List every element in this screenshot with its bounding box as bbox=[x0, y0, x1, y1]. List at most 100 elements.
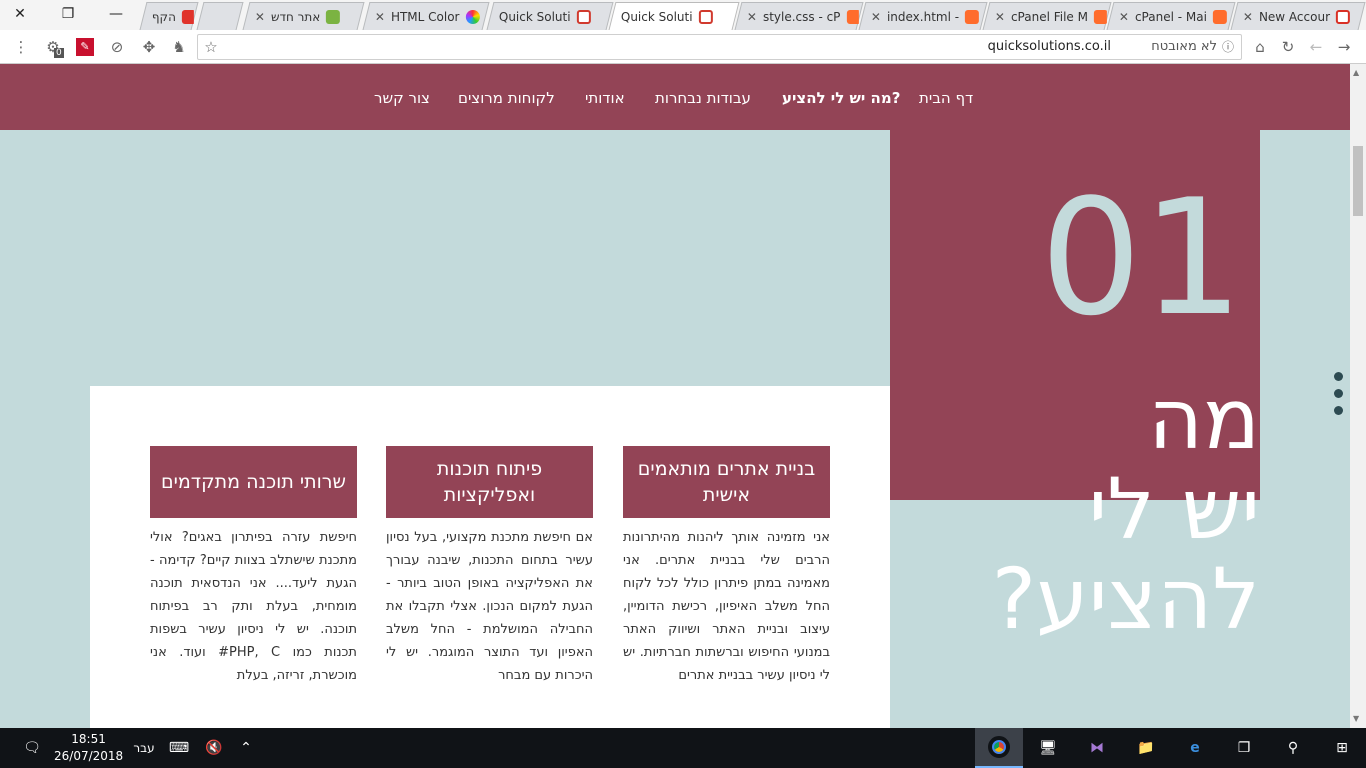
nav-home[interactable]: דף הבית bbox=[919, 89, 973, 107]
service-description: חיפשת עזרה בפיתרון באגים? אולי מתכנת שיש… bbox=[150, 530, 357, 683]
task-view-icon[interactable]: ❐ bbox=[1220, 728, 1268, 768]
nav-works[interactable]: עבודות נבחרות bbox=[655, 89, 751, 107]
section-title-line: מה bbox=[1148, 370, 1260, 468]
close-window-icon[interactable]: ✕ bbox=[8, 4, 32, 24]
chrome-app-icon[interactable] bbox=[975, 728, 1023, 768]
not-secure-label[interactable]: לא מאובטח bbox=[1151, 39, 1217, 54]
extension-badge: 0 bbox=[54, 48, 64, 58]
home-icon[interactable]: ⌂ bbox=[1251, 38, 1269, 56]
back-icon[interactable]: → bbox=[1335, 38, 1353, 56]
tab-label: style.css - cP bbox=[762, 9, 841, 24]
scroll-up-icon[interactable]: ▲ bbox=[1353, 68, 1359, 77]
tab-2[interactable]: ✕ HTML Color bbox=[362, 2, 490, 30]
service-title: פיתוח תוכנות ואפליקציות bbox=[386, 446, 593, 518]
section-title-line: יש לי bbox=[1088, 460, 1260, 558]
pdf-extension-icon[interactable]: ✎ bbox=[76, 38, 94, 56]
qs-logo-icon bbox=[698, 9, 713, 24]
page-dot-nav-3[interactable] bbox=[1334, 406, 1343, 415]
tab-active[interactable]: Quick Soluti bbox=[608, 2, 740, 30]
info-icon[interactable]: ⓘ bbox=[1219, 38, 1237, 56]
desktop-app-icon[interactable]: 🖥 bbox=[1024, 728, 1072, 768]
close-tab-icon[interactable]: ✕ bbox=[995, 10, 1005, 24]
tab-3[interactable]: Quick Soluti bbox=[486, 2, 614, 30]
tab-label: Quick Soluti bbox=[620, 9, 693, 24]
close-tab-icon[interactable]: ✕ bbox=[1243, 10, 1253, 24]
close-tab-icon[interactable]: ✕ bbox=[375, 10, 385, 24]
tab-7[interactable]: ✕ cPanel File M bbox=[982, 2, 1112, 30]
restore-window-icon[interactable]: ❐ bbox=[56, 4, 80, 24]
red-logo-icon bbox=[181, 9, 194, 24]
minimize-window-icon[interactable]: — bbox=[104, 4, 128, 24]
close-tab-icon[interactable]: ✕ bbox=[871, 10, 881, 24]
tab-label: New Accour bbox=[1258, 9, 1331, 24]
tab-label: Quick Soluti bbox=[498, 9, 571, 24]
move-extension-icon[interactable]: ✥ bbox=[140, 38, 158, 56]
close-tab-icon[interactable]: ✕ bbox=[1119, 10, 1129, 24]
forward-icon[interactable]: ← bbox=[1307, 38, 1325, 56]
section-number: 01 bbox=[1040, 164, 1244, 351]
keyboard-icon[interactable]: ⌨ bbox=[164, 728, 194, 768]
tab-label: cPanel - Mai bbox=[1134, 9, 1207, 24]
cpanel-icon bbox=[1212, 9, 1227, 24]
clock-time: 18:51 bbox=[71, 732, 106, 746]
disabled-extension-icon[interactable]: ⊘ bbox=[108, 38, 126, 56]
tab-label: אתר חדש bbox=[270, 9, 321, 24]
windows-taskbar: 🗨 18:51 26/07/2018 עבר ⌨ 🔇 ⌃ 🖥 ⧓ 📁 e ❐ ⚲… bbox=[0, 728, 1366, 768]
service-title: שרותי תוכנה מתקדמים bbox=[150, 446, 357, 518]
cpanel-icon bbox=[846, 9, 859, 24]
edge-icon[interactable]: e bbox=[1171, 728, 1219, 768]
reload-icon[interactable]: ↻ bbox=[1279, 38, 1297, 56]
page-scrollbar[interactable]: ▲ ▼ bbox=[1350, 64, 1366, 728]
page-dot-nav-2[interactable] bbox=[1334, 389, 1343, 398]
nav-contact[interactable]: צור קשר bbox=[374, 89, 430, 107]
show-hidden-icons-icon[interactable]: ⌃ bbox=[232, 728, 260, 768]
page-viewport: דף הבית מה יש לי להציע? עבודות נבחרות או… bbox=[0, 64, 1350, 728]
notifications-icon[interactable]: 🗨 bbox=[14, 728, 50, 768]
service-description: אני מזמינה אותך ליהנות מהיתרונות הרבים ש… bbox=[623, 530, 830, 683]
tab-blank[interactable] bbox=[196, 2, 244, 30]
gmail-icon bbox=[1336, 9, 1351, 24]
site-nav: דף הבית מה יש לי להציע? עבודות נבחרות או… bbox=[0, 64, 1350, 130]
tab-9[interactable]: ✕ New Accour bbox=[1230, 2, 1366, 30]
tab-6[interactable]: ✕ index.html - bbox=[858, 2, 988, 30]
evernote-icon[interactable]: ♞ bbox=[170, 38, 188, 56]
color-wheel-icon bbox=[465, 9, 480, 24]
scroll-down-icon[interactable]: ▼ bbox=[1353, 714, 1359, 723]
bookmark-star-icon[interactable]: ☆ bbox=[202, 38, 220, 56]
taskbar-clock[interactable]: 18:51 26/07/2018 bbox=[54, 731, 123, 765]
cpanel-icon bbox=[1093, 9, 1107, 24]
volume-muted-icon[interactable]: 🔇 bbox=[200, 728, 228, 768]
nav-clients[interactable]: לקוחות מרוצים bbox=[458, 89, 555, 107]
site-favicon-icon bbox=[326, 9, 341, 24]
language-indicator[interactable]: עבר bbox=[130, 728, 158, 768]
menu-kebab-icon[interactable]: ⋮ bbox=[12, 38, 30, 56]
nav-about[interactable]: אודותי bbox=[585, 89, 625, 107]
close-tab-icon[interactable]: ✕ bbox=[747, 10, 757, 24]
extension-icon[interactable]: ⚙ 0 bbox=[44, 38, 64, 58]
page-dot-nav-1[interactable] bbox=[1334, 372, 1343, 381]
browser-toolbar: ⋮ ⚙ 0 ✎ ⊘ ✥ ♞ ☆ quicksolutions.co.il לא מ… bbox=[0, 30, 1366, 64]
tab-label: הקף bbox=[151, 9, 176, 24]
search-icon[interactable]: ⚲ bbox=[1269, 728, 1317, 768]
windows-start-icon[interactable]: ⊞ bbox=[1318, 728, 1366, 768]
visual-studio-icon[interactable]: ⧓ bbox=[1073, 728, 1121, 768]
cpanel-icon bbox=[965, 9, 980, 24]
tab-label: cPanel File M bbox=[1010, 9, 1088, 24]
file-explorer-icon[interactable]: 📁 bbox=[1122, 728, 1170, 768]
tab-label: HTML Color bbox=[390, 9, 460, 24]
tab-label: index.html - bbox=[886, 9, 960, 24]
address-bar[interactable]: ☆ quicksolutions.co.il לא מאובטח ⓘ bbox=[197, 34, 1242, 60]
tab-0[interactable]: הקף bbox=[139, 2, 199, 30]
service-title: בניית אתרים מותאמים אישית bbox=[623, 446, 830, 518]
tab-8[interactable]: ✕ cPanel - Mai bbox=[1106, 2, 1236, 30]
section-title-line: להציע? bbox=[991, 550, 1260, 648]
close-tab-icon[interactable]: ✕ bbox=[255, 10, 265, 24]
nav-offer[interactable]: מה יש לי להציע? bbox=[782, 89, 900, 107]
scroll-thumb[interactable] bbox=[1353, 146, 1363, 216]
section-title: מה יש לי להציע? bbox=[900, 374, 1260, 644]
clock-date: 26/07/2018 bbox=[54, 749, 124, 763]
tab-5[interactable]: ✕ style.css - cP bbox=[734, 2, 864, 30]
url-text: quicksolutions.co.il bbox=[987, 39, 1111, 54]
service-description: אם חיפשת מתכנת מקצועי, בעל נסיון עשיר בת… bbox=[386, 530, 593, 683]
tab-1[interactable]: ✕ אתר חדש bbox=[242, 2, 365, 30]
